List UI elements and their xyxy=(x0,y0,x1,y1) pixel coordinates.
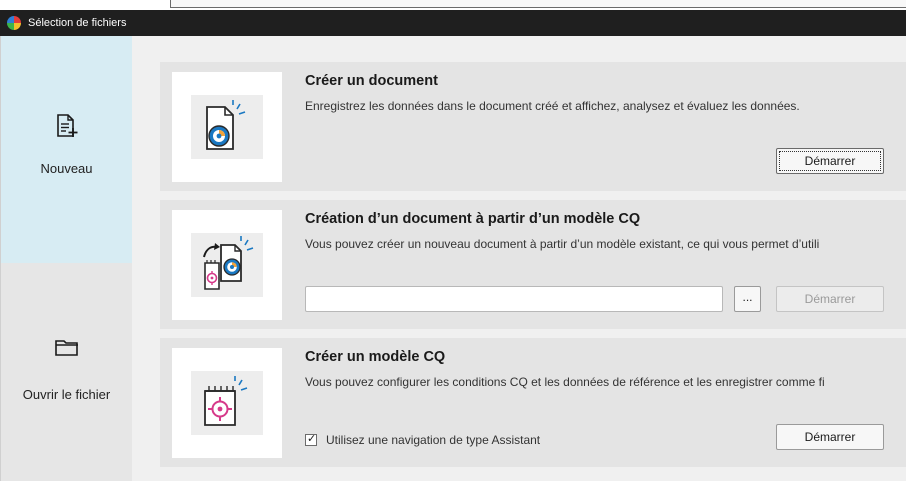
card-create-document: Créer un document Enregistrez les donnée… xyxy=(160,62,906,191)
card-title: Créer un modèle CQ xyxy=(305,349,446,365)
top-edge xyxy=(0,0,906,10)
card-title: Création d’un document à partir d’un mod… xyxy=(305,211,641,227)
create-document-icon xyxy=(191,95,263,159)
document-from-template-icon xyxy=(191,233,263,297)
assistant-navigation-checkbox[interactable]: ✓ xyxy=(305,433,317,446)
card-create-from-template: Création d’un document à partir d’un mod… xyxy=(160,200,906,329)
card-thumbnail xyxy=(172,348,282,458)
window-title: Sélection de fichiers xyxy=(28,17,127,29)
checkmark-icon: ✓ xyxy=(307,433,317,445)
title-bar: Sélection de fichiers xyxy=(0,10,906,36)
card-thumbnail xyxy=(172,72,282,182)
folder-icon xyxy=(54,337,80,362)
sidebar-item-label: Nouveau xyxy=(40,161,93,176)
card-description: Enregistrez les données dans le document… xyxy=(305,99,800,113)
assistant-navigation-checkbox-row[interactable]: ✓ Utilisez une navigation de type Assist… xyxy=(305,432,540,448)
qc-template-icon xyxy=(191,371,263,435)
main-content: Créer un document Enregistrez les donnée… xyxy=(160,36,906,481)
file-selection-window: Nouveau Ouvrir le fichier Créer un docum… xyxy=(0,36,906,481)
browse-button[interactable]: ... xyxy=(734,286,761,312)
sidebar-item-open-file[interactable]: Ouvrir le fichier xyxy=(1,263,132,481)
start-button[interactable]: Démarrer xyxy=(776,424,884,450)
start-button[interactable]: Démarrer xyxy=(776,148,884,174)
start-button[interactable]: Démarrer xyxy=(776,286,884,312)
background-window-edge xyxy=(170,0,906,8)
template-path-input[interactable] xyxy=(305,286,723,312)
card-thumbnail xyxy=(172,210,282,320)
new-document-icon xyxy=(55,113,79,144)
card-create-qc-template: Créer un modèle CQ Vous pouvez configure… xyxy=(160,338,906,467)
sidebar: Nouveau Ouvrir le fichier xyxy=(1,36,132,481)
sidebar-item-label: Ouvrir le fichier xyxy=(22,387,111,402)
card-description: Vous pouvez configurer les conditions CQ… xyxy=(305,375,825,389)
checkbox-label: Utilisez une navigation de type Assistan… xyxy=(326,433,541,447)
card-description: Vous pouvez créer un nouveau document à … xyxy=(305,237,820,251)
card-title: Créer un document xyxy=(305,73,438,89)
sidebar-item-new[interactable]: Nouveau xyxy=(1,36,132,263)
app-icon xyxy=(7,16,21,30)
